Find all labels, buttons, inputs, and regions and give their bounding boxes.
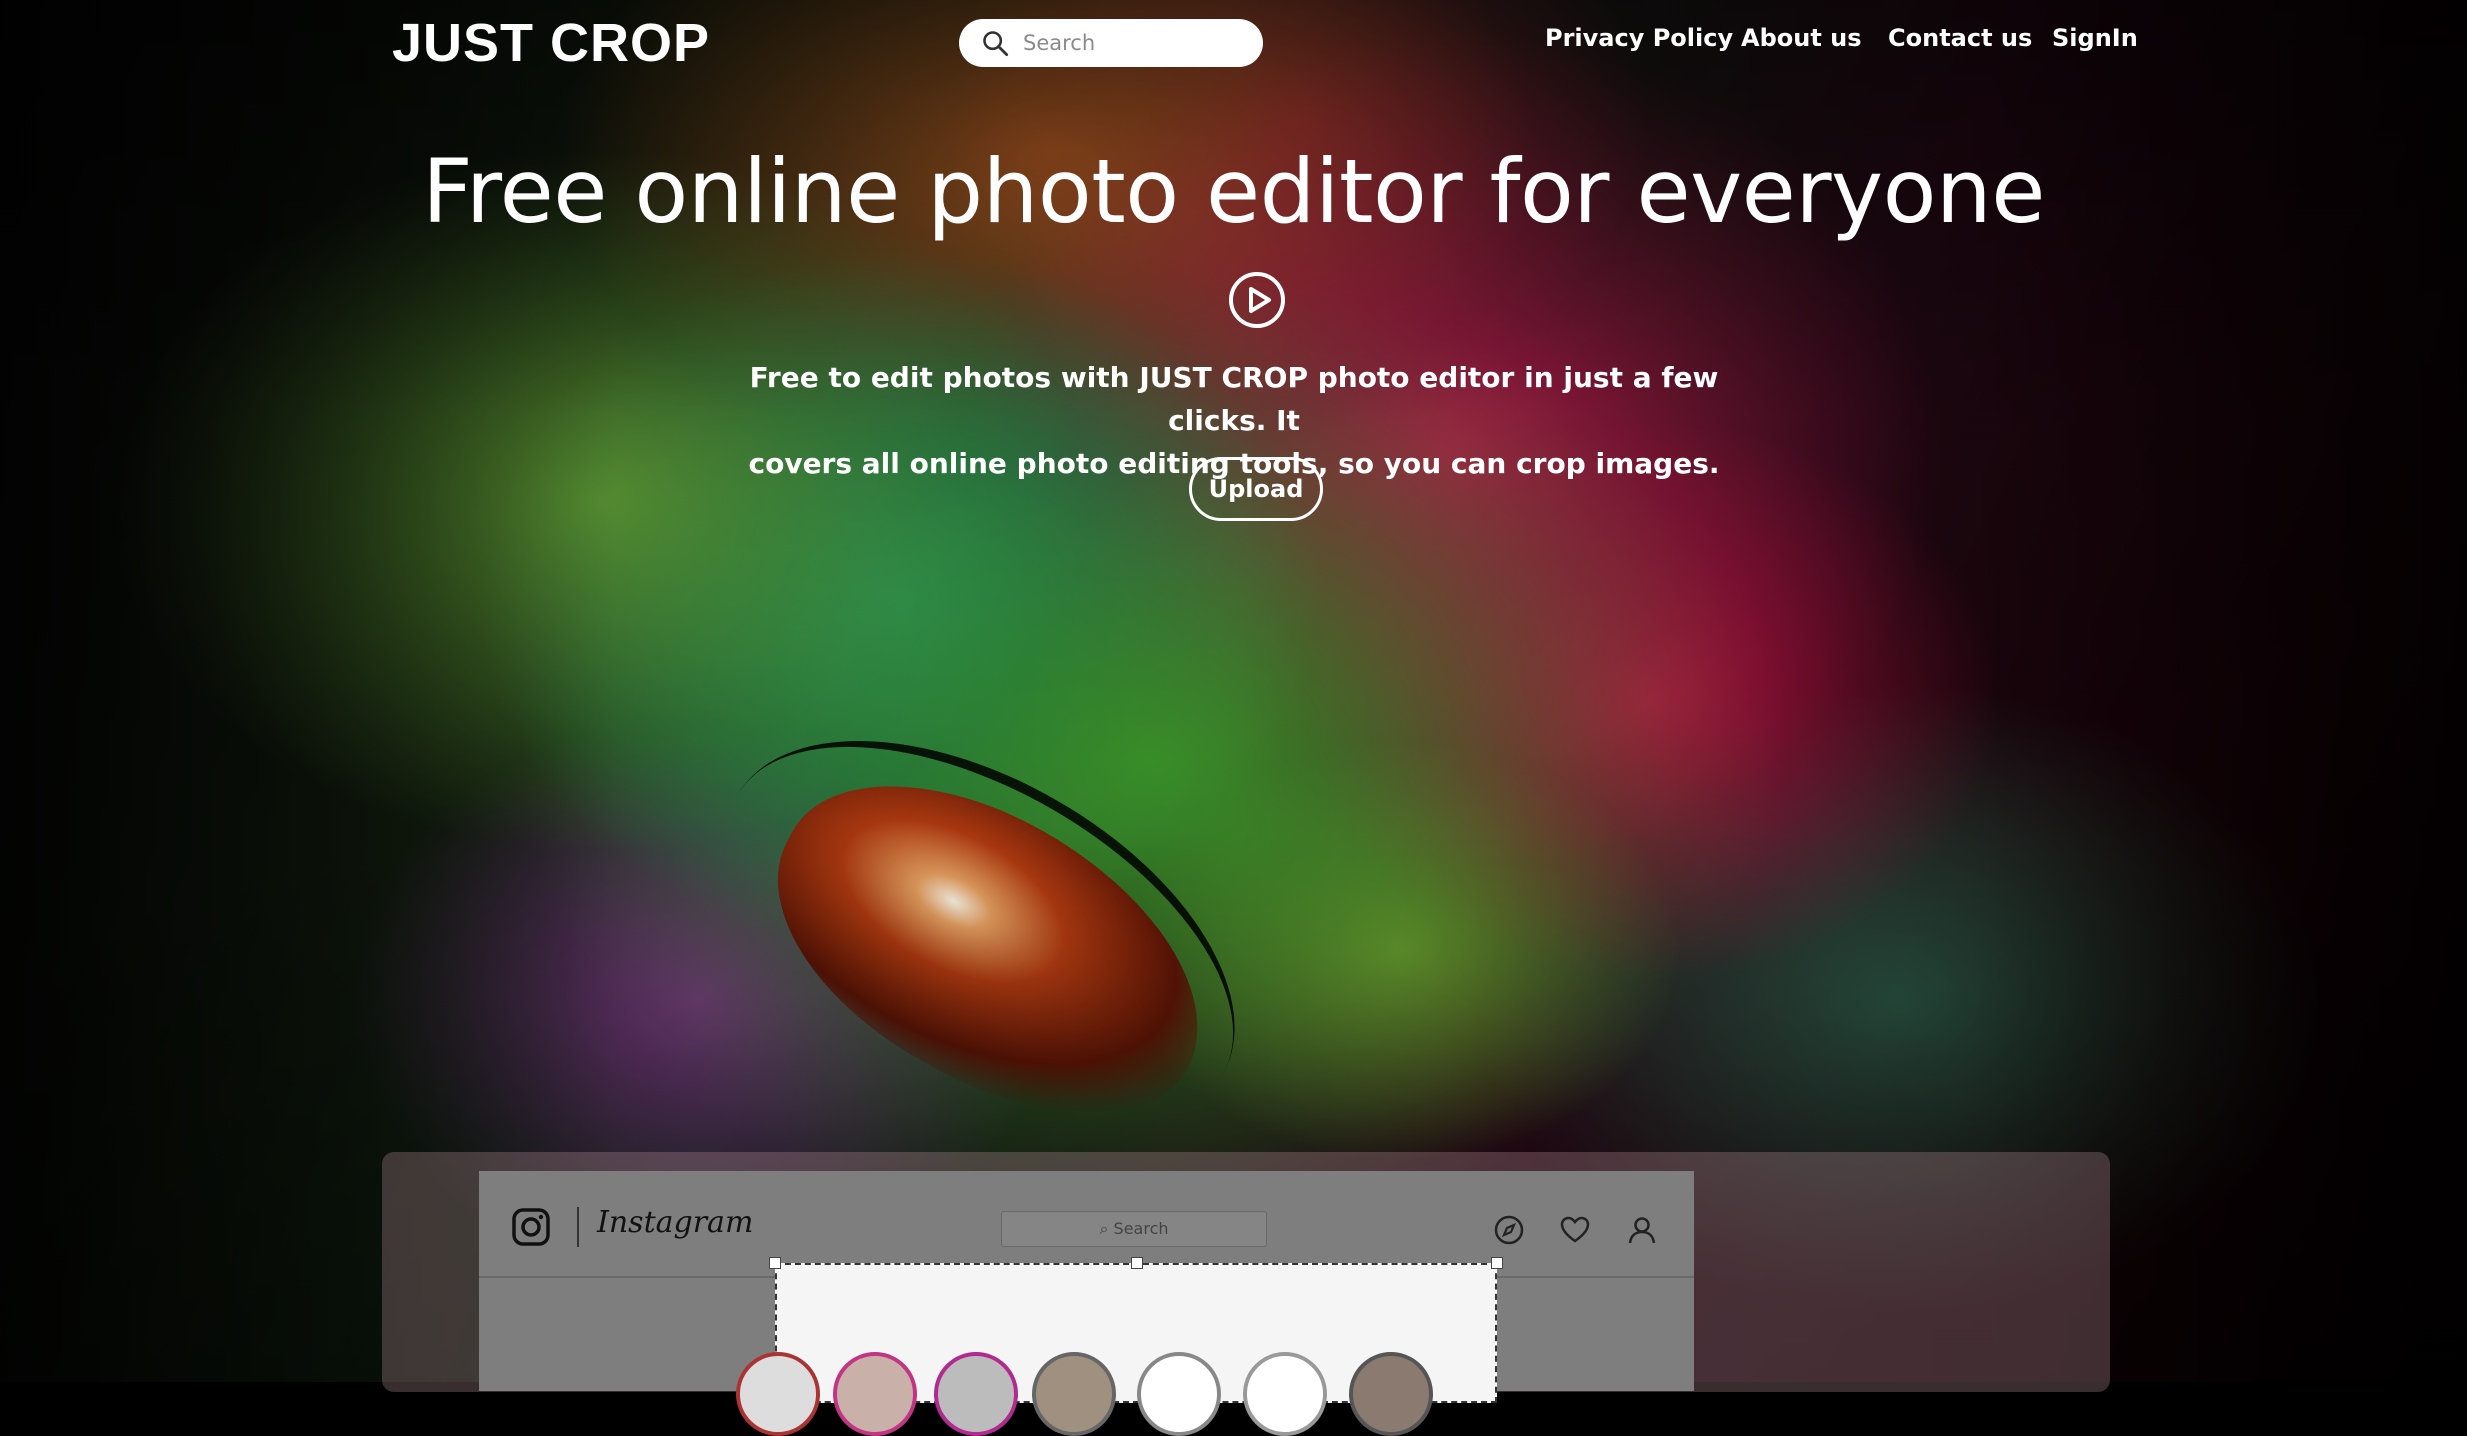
story-avatar: [1137, 1352, 1221, 1436]
play-video-icon[interactable]: [1227, 270, 1287, 330]
upload-button[interactable]: Upload: [1189, 457, 1323, 521]
nav-about-us[interactable]: About us: [1741, 24, 1862, 52]
story-avatar: [934, 1352, 1018, 1436]
divider: [577, 1207, 579, 1247]
crop-handle-top-middle[interactable]: [1131, 1257, 1143, 1269]
hero-title: Free online photo editor for everyone: [422, 140, 2045, 243]
instagram-search-label: Search: [1113, 1219, 1169, 1238]
site-logo[interactable]: JUST CROP: [392, 12, 710, 74]
hero-subtitle-line-1: Free to edit photos with JUST CROP photo…: [749, 361, 1719, 437]
nav-contact-us[interactable]: Contact us: [1888, 24, 2032, 52]
crop-handle-top-right[interactable]: [1491, 1257, 1503, 1269]
story-avatar: [1032, 1352, 1116, 1436]
search-box[interactable]: [959, 19, 1263, 67]
search-input[interactable]: [1021, 30, 1245, 56]
instagram-icon: [512, 1208, 550, 1246]
instagram-search-field: ⌕ Search: [1001, 1211, 1267, 1247]
compass-icon: [1494, 1215, 1524, 1245]
instagram-top-bar: Instagram ⌕ Search: [479, 1171, 1694, 1278]
nav-privacy-policy[interactable]: Privacy Policy: [1545, 24, 1733, 52]
user-icon: [1628, 1217, 1656, 1244]
story-avatar: [736, 1352, 820, 1436]
story-avatar: [833, 1352, 917, 1436]
search-icon: [983, 31, 1009, 57]
site-header: JUST CROP Privacy Policy About us Contac…: [0, 0, 2467, 90]
nav-signin[interactable]: SignIn: [2052, 24, 2138, 52]
story-avatar: [1243, 1352, 1327, 1436]
story-avatar: [1349, 1352, 1433, 1436]
crop-handle-top-left[interactable]: [769, 1257, 781, 1269]
heart-icon: [1560, 1216, 1590, 1243]
instagram-wordmark: Instagram: [597, 1205, 754, 1240]
